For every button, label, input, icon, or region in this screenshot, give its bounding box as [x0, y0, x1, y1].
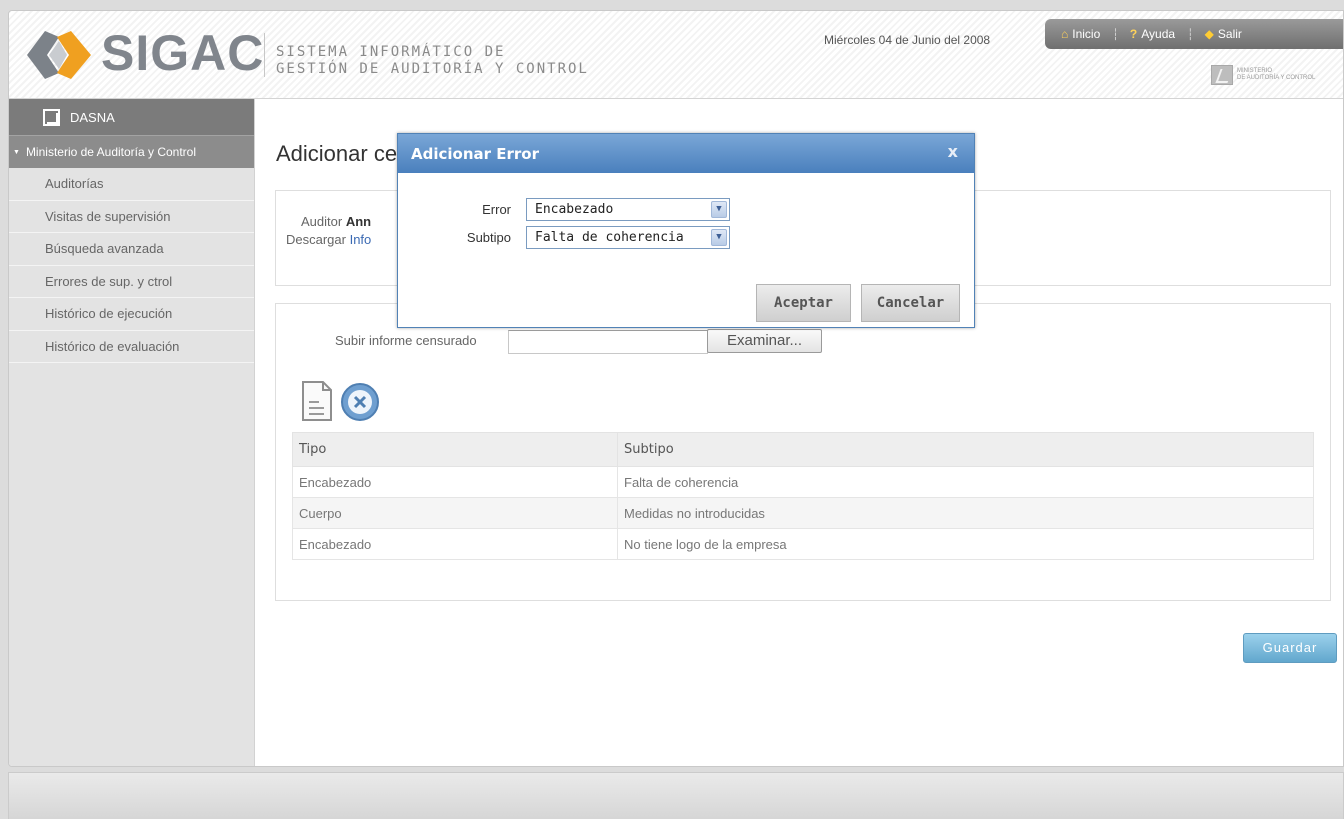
- download-row: Descargar Info: [286, 232, 371, 247]
- accept-button[interactable]: Aceptar: [756, 284, 851, 322]
- sidebar-item-auditorias[interactable]: Auditorías: [9, 168, 254, 201]
- upload-label: Subir informe censurado: [335, 333, 477, 348]
- system-name-line1: SISTEMA INFORMÁTICO DE: [276, 44, 506, 60]
- subtype-select-value: Falta de coherencia: [535, 230, 684, 245]
- table-row[interactable]: Cuerpo Medidas no introducidas: [292, 497, 1314, 529]
- error-select[interactable]: Encabezado ▼: [526, 198, 730, 221]
- ministry-logo-icon: [1211, 65, 1233, 85]
- sidebar-item-historico-evaluacion[interactable]: Histórico de evaluación: [9, 331, 254, 363]
- logo-divider: [264, 33, 265, 77]
- arrow-box-icon: [43, 108, 60, 126]
- table-row[interactable]: Encabezado Falta de coherencia: [292, 466, 1314, 498]
- nav-help-link[interactable]: ? Ayuda: [1130, 27, 1175, 41]
- column-header-tipo[interactable]: Tipo: [292, 432, 618, 467]
- nav-help-label: Ayuda: [1141, 27, 1176, 41]
- table-cell: Encabezado: [292, 528, 618, 560]
- cancel-button[interactable]: Cancelar: [861, 284, 960, 322]
- sidebar-section-ministry[interactable]: ▼ Ministerio de Auditoría y Control: [9, 135, 254, 168]
- exit-icon: ◆: [1204, 27, 1214, 41]
- nav-exit-link[interactable]: ◆ Salir: [1205, 27, 1242, 41]
- ministry-line2: DE AUDITORÍA Y CONTROL: [1237, 75, 1316, 81]
- app-window: SIGAC SISTEMA INFORMÁTICO DE GESTIÓN DE …: [8, 10, 1344, 767]
- auditor-value: Ann: [345, 214, 372, 229]
- ministry-line1: MINISTERIO: [1237, 68, 1273, 74]
- table-cell: Encabezado: [292, 466, 618, 498]
- error-select-value: Encabezado: [535, 202, 614, 217]
- sidebar-item-errores[interactable]: Errores de sup. y ctrol: [9, 266, 254, 298]
- errors-table: Tipo Subtipo Encabezado Falta de coheren…: [292, 432, 1314, 560]
- nav-separator: ┆: [1187, 28, 1194, 41]
- sidebar-dasna-label: DASNA: [70, 109, 115, 125]
- sidebar-item-busqueda[interactable]: Búsqueda avanzada: [9, 233, 254, 266]
- sidebar: DASNA ▼ Ministerio de Auditoría y Contro…: [9, 99, 255, 766]
- ministry-logo: MINISTERIO DE AUDITORÍA Y CONTROL: [1211, 65, 1315, 85]
- chevron-down-icon[interactable]: ▼: [711, 201, 727, 218]
- subtype-label: Subtipo: [466, 230, 511, 245]
- nav-home-link[interactable]: ⌂ Inicio: [1061, 27, 1100, 41]
- chevron-down-icon[interactable]: ▼: [711, 229, 727, 246]
- help-icon: ?: [1129, 27, 1138, 41]
- table-cell: No tiene logo de la empresa: [617, 528, 1314, 560]
- top-nav: ⌂ Inicio ┆ ? Ayuda ┆ ◆ Salir: [1045, 19, 1343, 49]
- table-row[interactable]: Encabezado No tiene logo de la empresa: [292, 528, 1314, 560]
- delete-icon[interactable]: [340, 382, 380, 422]
- nav-home-label: Inicio: [1072, 27, 1101, 41]
- download-link[interactable]: Info: [350, 232, 372, 247]
- footer-bar: [8, 772, 1344, 819]
- column-header-subtipo[interactable]: Subtipo: [617, 432, 1314, 467]
- dialog-titlebar: Adicionar Error x: [398, 134, 974, 173]
- table-cell: Medidas no introducidas: [617, 497, 1314, 529]
- system-name: SISTEMA INFORMÁTICO DE GESTIÓN DE AUDITO…: [276, 44, 589, 78]
- nav-exit-label: Salir: [1217, 27, 1242, 41]
- table-cell: Cuerpo: [292, 497, 618, 529]
- sidebar-item-visitas[interactable]: Visitas de supervisión: [9, 201, 254, 233]
- error-label: Error: [482, 202, 511, 217]
- sidebar-section-label: Ministerio de Auditoría y Control: [25, 145, 197, 159]
- close-icon[interactable]: x: [948, 142, 958, 161]
- nav-separator: ┆: [1112, 28, 1119, 41]
- system-name-line2: GESTIÓN DE AUDITORÍA Y CONTROL: [276, 61, 589, 77]
- download-label: Descargar: [286, 232, 346, 247]
- ministry-text: MINISTERIO DE AUDITORÍA Y CONTROL: [1237, 68, 1315, 82]
- dialog-title: Adicionar Error: [411, 144, 539, 163]
- home-icon: ⌂: [1061, 27, 1069, 41]
- file-input[interactable]: [508, 330, 708, 354]
- sigac-logo-icon: [27, 31, 91, 79]
- browse-button[interactable]: Examinar...: [707, 329, 822, 353]
- add-error-dialog: Adicionar Error x Error Encabezado ▼ Sub…: [397, 133, 975, 328]
- table-cell: Falta de coherencia: [617, 466, 1314, 498]
- auditor-row: Auditor Ann: [301, 214, 371, 229]
- current-date: Miércoles 04 de Junio del 2008: [824, 33, 991, 47]
- add-document-icon[interactable]: [300, 380, 334, 422]
- caret-down-icon: ▼: [13, 148, 20, 156]
- subtype-select[interactable]: Falta de coherencia ▼: [526, 226, 730, 249]
- auditor-label: Auditor: [301, 214, 343, 229]
- logo-text: SIGAC: [101, 25, 265, 81]
- header: SIGAC SISTEMA INFORMÁTICO DE GESTIÓN DE …: [9, 11, 1343, 99]
- table-header-row: Tipo Subtipo: [292, 432, 1314, 467]
- upload-panel: Subir informe censurado Examinar... Tipo…: [275, 303, 1331, 601]
- sidebar-item-historico-ejecucion[interactable]: Histórico de ejecución: [9, 298, 254, 331]
- save-button[interactable]: Guardar: [1243, 633, 1337, 663]
- sidebar-dasna[interactable]: DASNA: [9, 99, 254, 135]
- page-title: Adicionar ce: [276, 141, 398, 166]
